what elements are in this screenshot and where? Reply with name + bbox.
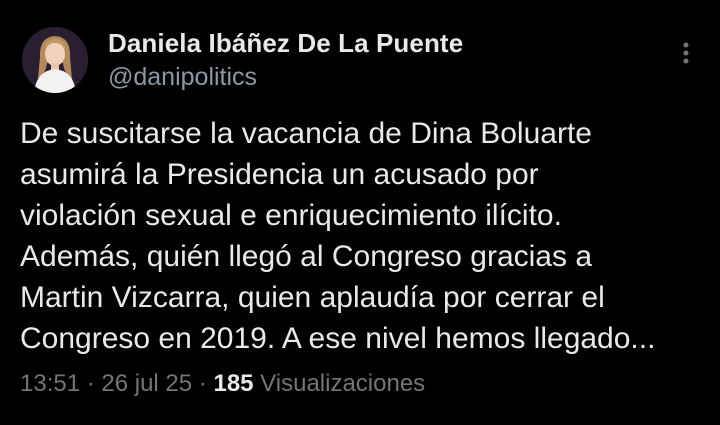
meta-separator: · <box>80 370 102 397</box>
tweet-text-line: Además, quién llegó al Congreso gracias … <box>20 240 593 273</box>
tweet-meta: 13:51 · 26 jul 25 · 185 Visualizaciones <box>20 370 425 398</box>
meta-separator: · <box>192 370 214 397</box>
user-handle[interactable]: @danipolitics <box>108 63 257 92</box>
display-name[interactable]: Daniela Ibáñez De La Puente <box>108 28 463 59</box>
tweet-text-line: violación sexual e enriquecimiento ilíci… <box>20 199 562 232</box>
tweet-text-line: Congreso en 2019. A ese nivel hemos lleg… <box>20 322 656 355</box>
tweet-text-line: Martin Vizcarra, quien aplaudía por cerr… <box>20 281 605 314</box>
more-vertical-icon[interactable] <box>676 38 696 70</box>
tweet-card: Daniela Ibáñez De La Puente @danipolitic… <box>0 0 720 425</box>
tweet-text-line: asumirá la Presidencia un acusado por <box>20 158 539 191</box>
views-label: Visualizaciones <box>253 370 426 397</box>
tweet-text-line: De suscitarse la vacancia de Dina Boluar… <box>20 117 592 150</box>
avatar[interactable] <box>22 27 88 93</box>
views-count[interactable]: 185 <box>213 370 253 397</box>
avatar-photo <box>22 27 88 93</box>
tweet-date[interactable]: 26 jul 25 <box>101 370 192 397</box>
tweet-time[interactable]: 13:51 <box>20 370 80 397</box>
tweet-text: De suscitarse la vacancia de Dina Boluar… <box>20 113 710 359</box>
